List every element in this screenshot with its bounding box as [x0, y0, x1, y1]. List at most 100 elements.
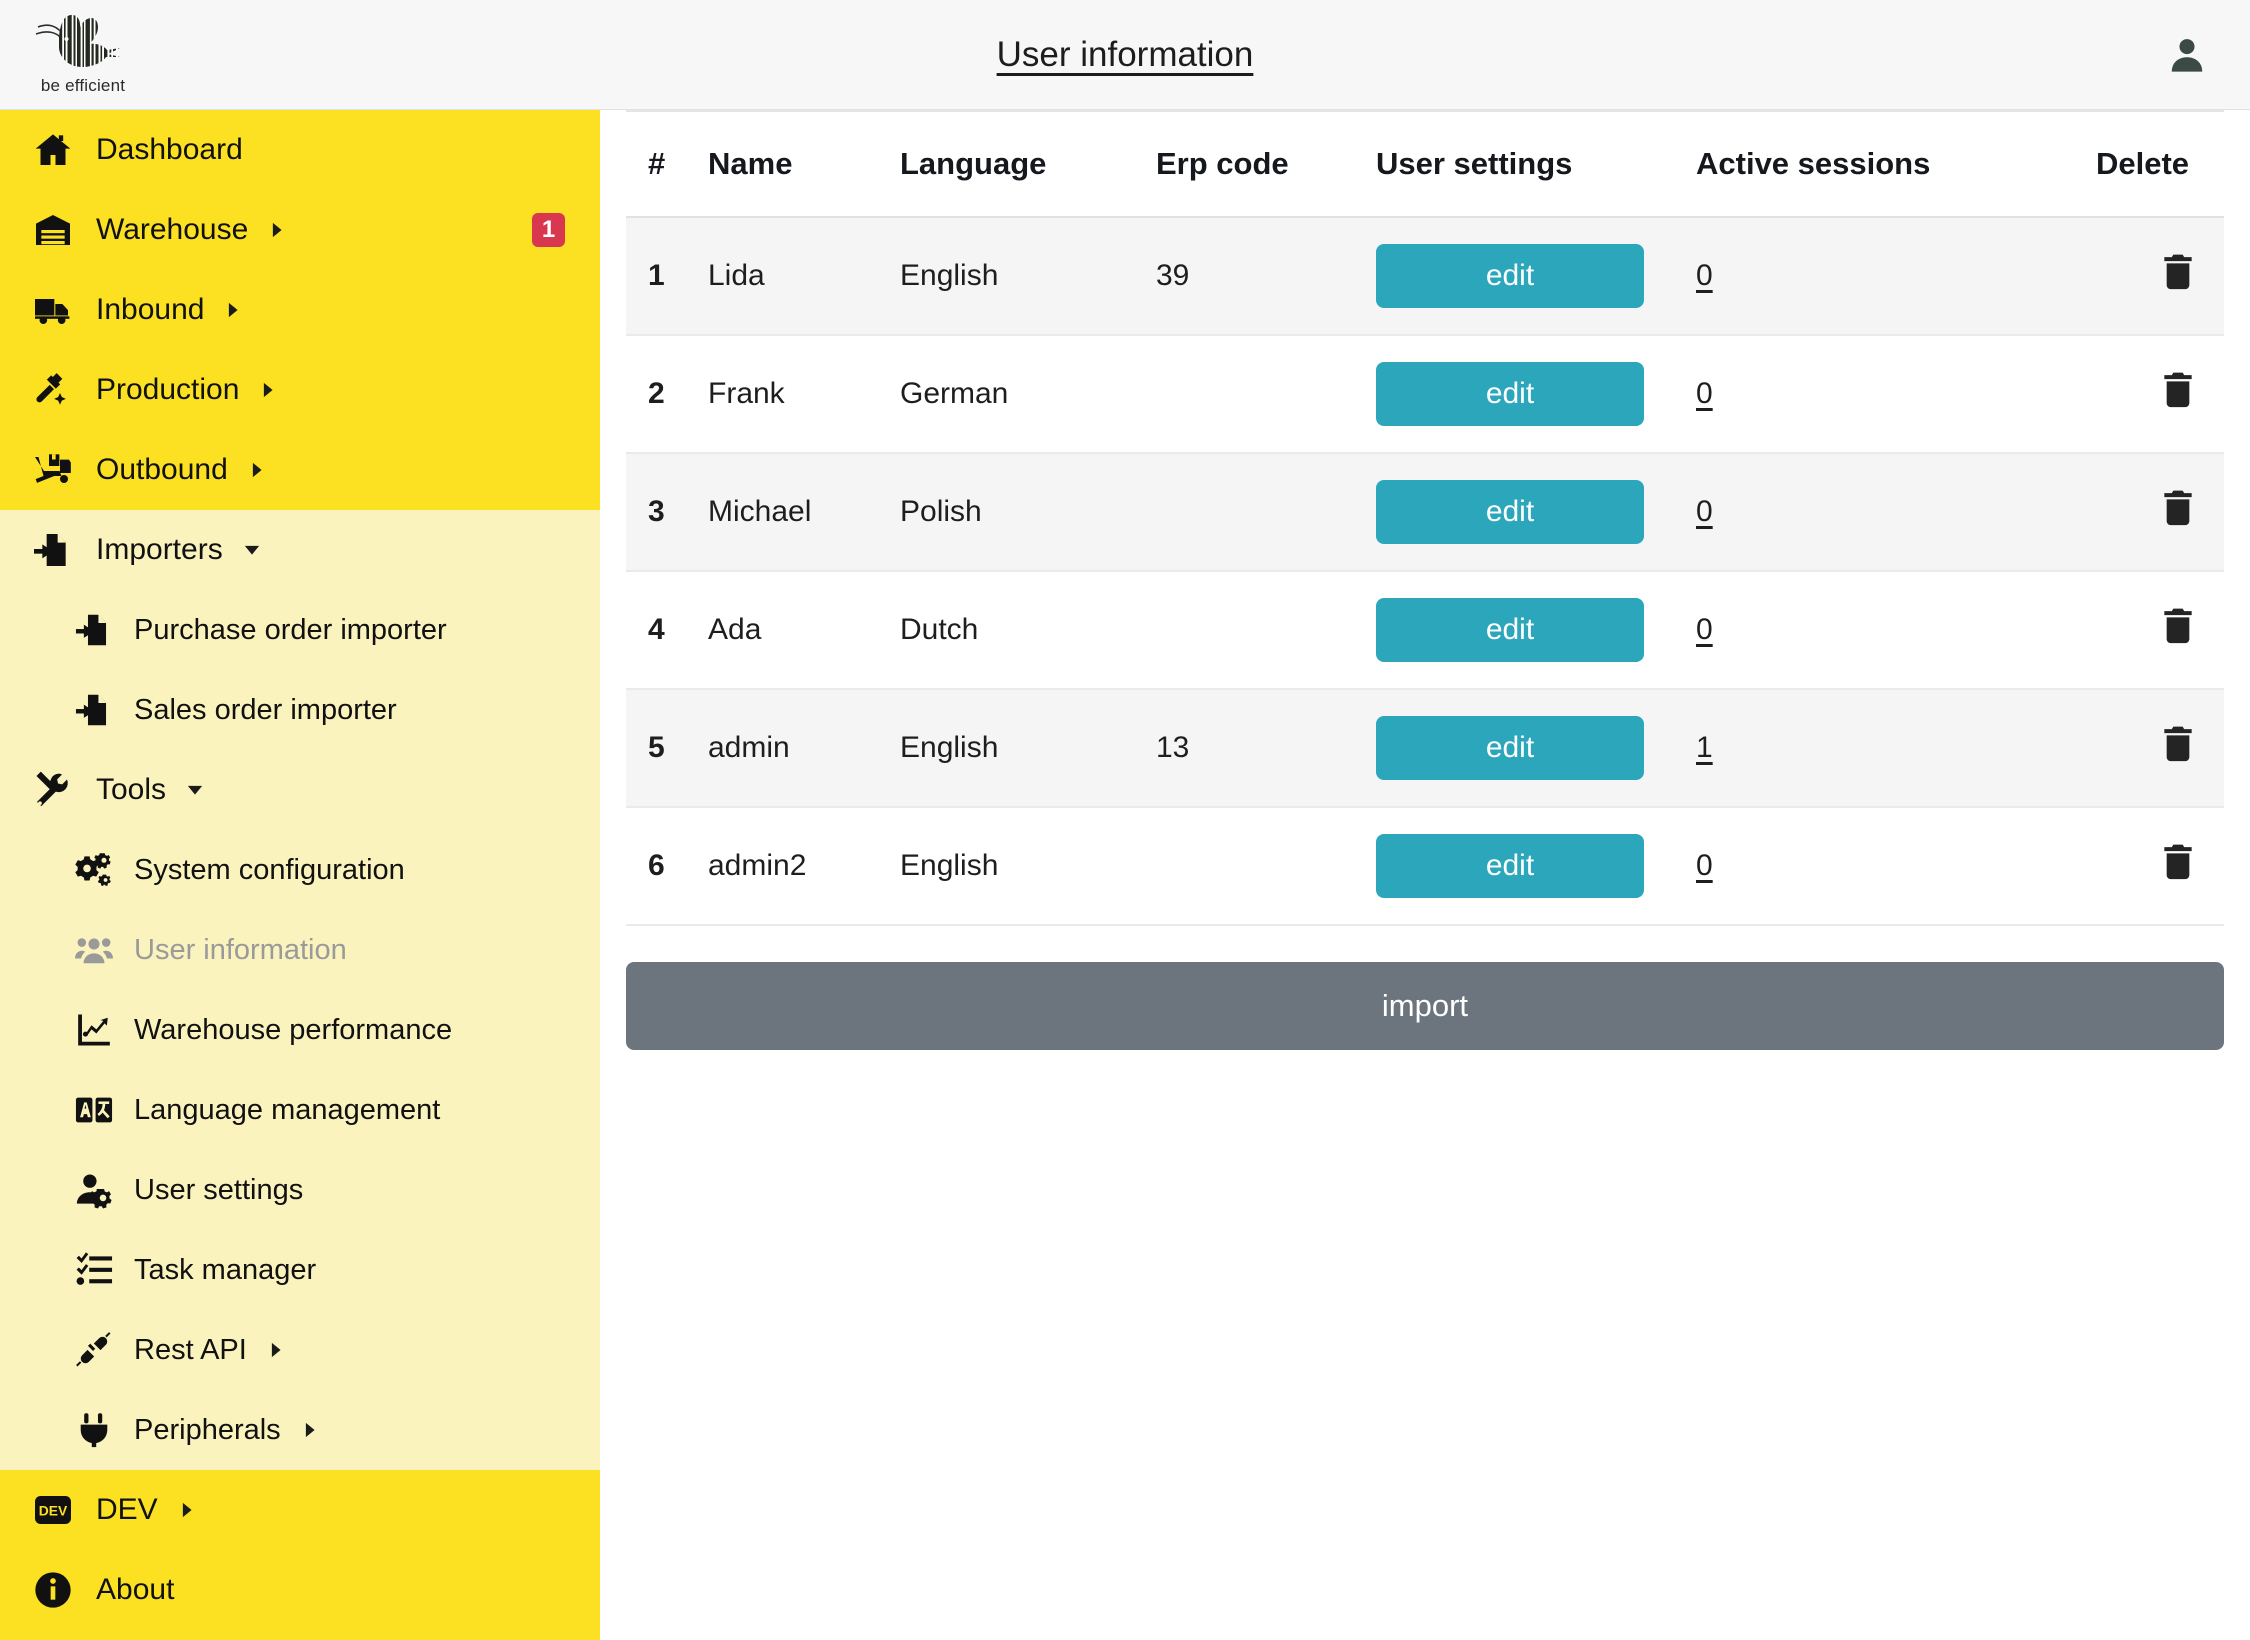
- sidebar-item-dev[interactable]: DEV DEV: [0, 1470, 600, 1550]
- delete-row-button[interactable]: [2158, 370, 2198, 413]
- column-header-index: #: [626, 110, 708, 218]
- cell-erp-code: [1156, 335, 1376, 454]
- sidebar-item-label: Warehouse performance: [134, 1013, 453, 1046]
- sidebar-item-purchase-order-importer[interactable]: Purchase order importer: [0, 590, 600, 670]
- cell-index: 3: [626, 453, 708, 572]
- edit-button[interactable]: edit: [1376, 834, 1644, 898]
- sidebar-item-production[interactable]: Production: [0, 350, 600, 430]
- trash-icon: [2158, 488, 2198, 531]
- delete-row-button[interactable]: [2158, 606, 2198, 649]
- table-row: 6 admin2 English edit 0: [626, 807, 2224, 926]
- sidebar-item-importers[interactable]: Importers: [0, 510, 600, 590]
- sidebar-group-bottom: DEV DEV About: [0, 1470, 600, 1640]
- user-avatar[interactable]: [2164, 32, 2210, 78]
- sidebar-item-label: Warehouse: [96, 213, 249, 246]
- chevron-right-icon[interactable]: [265, 1339, 287, 1361]
- sidebar-item-label: Rest API: [134, 1333, 247, 1366]
- cell-index: 2: [626, 335, 708, 454]
- cell-language: German: [900, 335, 1156, 454]
- cell-delete: [2096, 807, 2224, 926]
- sidebar-item-dashboard[interactable]: Dashboard: [0, 110, 600, 190]
- column-header-user-settings: User settings: [1376, 110, 1696, 218]
- edit-button[interactable]: edit: [1376, 598, 1644, 662]
- chevron-down-icon[interactable]: [184, 779, 206, 801]
- cell-name: Frank: [708, 335, 900, 454]
- sidebar-group-bright: Dashboard Warehouse 1 Inbound Production Outb…: [0, 110, 600, 510]
- chevron-down-icon[interactable]: [241, 539, 263, 561]
- delete-row-button[interactable]: [2158, 488, 2198, 531]
- sidebar-item-tools[interactable]: Tools: [0, 750, 600, 830]
- delete-row-button[interactable]: [2158, 842, 2198, 885]
- users-table: # Name Language Erp code User settings A…: [626, 110, 2224, 926]
- delete-row-button[interactable]: [2158, 252, 2198, 295]
- sidebar-item-language-management[interactable]: Language management: [0, 1070, 600, 1150]
- column-header-active-sessions: Active sessions: [1696, 110, 2096, 218]
- user-gear-icon: [72, 1171, 116, 1209]
- import-file-icon: [72, 691, 116, 729]
- edit-button[interactable]: edit: [1376, 244, 1644, 308]
- active-sessions-link[interactable]: 0: [1696, 259, 1713, 292]
- sidebar-item-user-settings[interactable]: User settings: [0, 1150, 600, 1230]
- sidebar-item-system-configuration[interactable]: System configuration: [0, 830, 600, 910]
- translate-icon: [72, 1091, 116, 1129]
- sidebar-item-warehouse[interactable]: Warehouse 1: [0, 190, 600, 270]
- cell-language: English: [900, 689, 1156, 808]
- cell-delete: [2096, 217, 2224, 336]
- cell-index: 1: [626, 217, 708, 336]
- table-row: 1 Lida English 39 edit 0: [626, 217, 2224, 336]
- chevron-right-icon[interactable]: [246, 459, 268, 481]
- sidebar-item-outbound[interactable]: Outbound: [0, 430, 600, 510]
- brand-logo[interactable]: be efficient: [0, 0, 600, 110]
- sidebar-item-label: Outbound: [96, 453, 228, 486]
- chevron-right-icon[interactable]: [266, 219, 288, 241]
- cell-delete: [2096, 689, 2224, 808]
- edit-button[interactable]: edit: [1376, 362, 1644, 426]
- import-file-icon: [30, 530, 76, 570]
- active-sessions-link[interactable]: 0: [1696, 613, 1713, 646]
- cell-name: Michael: [708, 453, 900, 572]
- users-table-head: # Name Language Erp code User settings A…: [626, 110, 2224, 218]
- truck-icon: [30, 290, 76, 330]
- tools-icon: [30, 770, 76, 810]
- svg-text:DEV: DEV: [39, 1503, 68, 1519]
- trash-icon: [2158, 842, 2198, 885]
- cell-language: Dutch: [900, 571, 1156, 690]
- active-sessions-link[interactable]: 0: [1696, 849, 1713, 882]
- sidebar-item-rest-api[interactable]: Rest API: [0, 1310, 600, 1390]
- cell-active-sessions: 0: [1696, 571, 2096, 690]
- chevron-right-icon[interactable]: [176, 1499, 198, 1521]
- import-button[interactable]: import: [626, 962, 2224, 1050]
- cell-active-sessions: 0: [1696, 807, 2096, 926]
- sidebar-item-label: Tools: [96, 773, 167, 806]
- cell-delete: [2096, 453, 2224, 572]
- sidebar-item-inbound[interactable]: Inbound: [0, 270, 600, 350]
- column-header-delete: Delete: [2096, 110, 2224, 218]
- cell-user-settings: edit: [1376, 689, 1696, 808]
- sidebar-item-peripherals[interactable]: Peripherals: [0, 1390, 600, 1470]
- active-sessions-link[interactable]: 1: [1696, 731, 1713, 764]
- sidebar-item-sales-order-importer[interactable]: Sales order importer: [0, 670, 600, 750]
- cell-user-settings: edit: [1376, 335, 1696, 454]
- cell-user-settings: edit: [1376, 571, 1696, 690]
- cell-language: Polish: [900, 453, 1156, 572]
- delete-row-button[interactable]: [2158, 724, 2198, 767]
- cell-active-sessions: 0: [1696, 453, 2096, 572]
- active-sessions-link[interactable]: 0: [1696, 495, 1713, 528]
- sidebar-item-about[interactable]: About: [0, 1550, 600, 1630]
- edit-button[interactable]: edit: [1376, 716, 1644, 780]
- chart-line-icon: [72, 1011, 116, 1049]
- sidebar-item-label: System configuration: [134, 853, 405, 886]
- edit-button[interactable]: edit: [1376, 480, 1644, 544]
- column-header-erp-code: Erp code: [1156, 110, 1376, 218]
- page-title-text[interactable]: User information: [997, 35, 1254, 75]
- trash-icon: [2158, 252, 2198, 295]
- sidebar-item-warehouse-performance[interactable]: Warehouse performance: [0, 990, 600, 1070]
- chevron-right-icon[interactable]: [299, 1419, 321, 1441]
- plug-icon: [72, 1411, 116, 1449]
- chevron-right-icon[interactable]: [222, 299, 244, 321]
- sidebar-item-label: Sales order importer: [134, 693, 397, 726]
- chevron-right-icon[interactable]: [257, 379, 279, 401]
- cell-erp-code: 13: [1156, 689, 1376, 808]
- sidebar-item-task-manager[interactable]: Task manager: [0, 1230, 600, 1310]
- active-sessions-link[interactable]: 0: [1696, 377, 1713, 410]
